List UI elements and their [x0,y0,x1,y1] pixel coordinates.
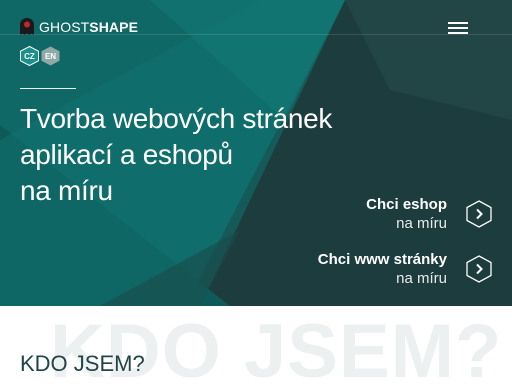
headline-line: aplikací a eshopů [20,139,233,170]
about-section: KDO JSEM? KDO JSEM? [0,306,512,384]
cta-web-button[interactable] [466,255,492,283]
lang-cz-label: CZ [24,51,35,61]
cta-eshop-subtitle: na míru [396,215,447,232]
hero-headline: Tvorba webových stránek aplikací a eshop… [20,101,380,209]
menu-line [448,27,468,29]
cta-eshop-title: Chci eshop [366,196,447,213]
cta-web-link[interactable]: Chci www stránky na míru [318,251,447,289]
cta-eshop-link[interactable]: Chci eshop na míru [366,196,447,234]
cta-eshop-button[interactable] [466,200,492,228]
hero-section: GHOSTSHAPE CZ EN Tvorba webových stránek… [0,0,512,306]
hamburger-icon[interactable] [448,20,468,34]
logo-text-light: GHOST [39,19,90,35]
headline-divider [20,88,76,89]
lang-en-label: EN [44,51,57,61]
top-divider [0,34,512,35]
headline-line: na míru [20,175,113,206]
chevron-right-icon [466,200,492,228]
headline-line: Tvorba webových stránek [20,103,333,134]
menu-line [448,22,468,24]
chevron-right-icon [466,255,492,283]
lang-cz-button[interactable]: CZ [20,46,39,66]
cta-web-title: Chci www stránky [317,251,447,268]
logo-text-bold: SHAPE [89,19,139,35]
lang-en-button[interactable]: EN [41,46,60,66]
about-title: KDO JSEM? [20,351,145,376]
cta-web-subtitle: na míru [396,270,447,287]
